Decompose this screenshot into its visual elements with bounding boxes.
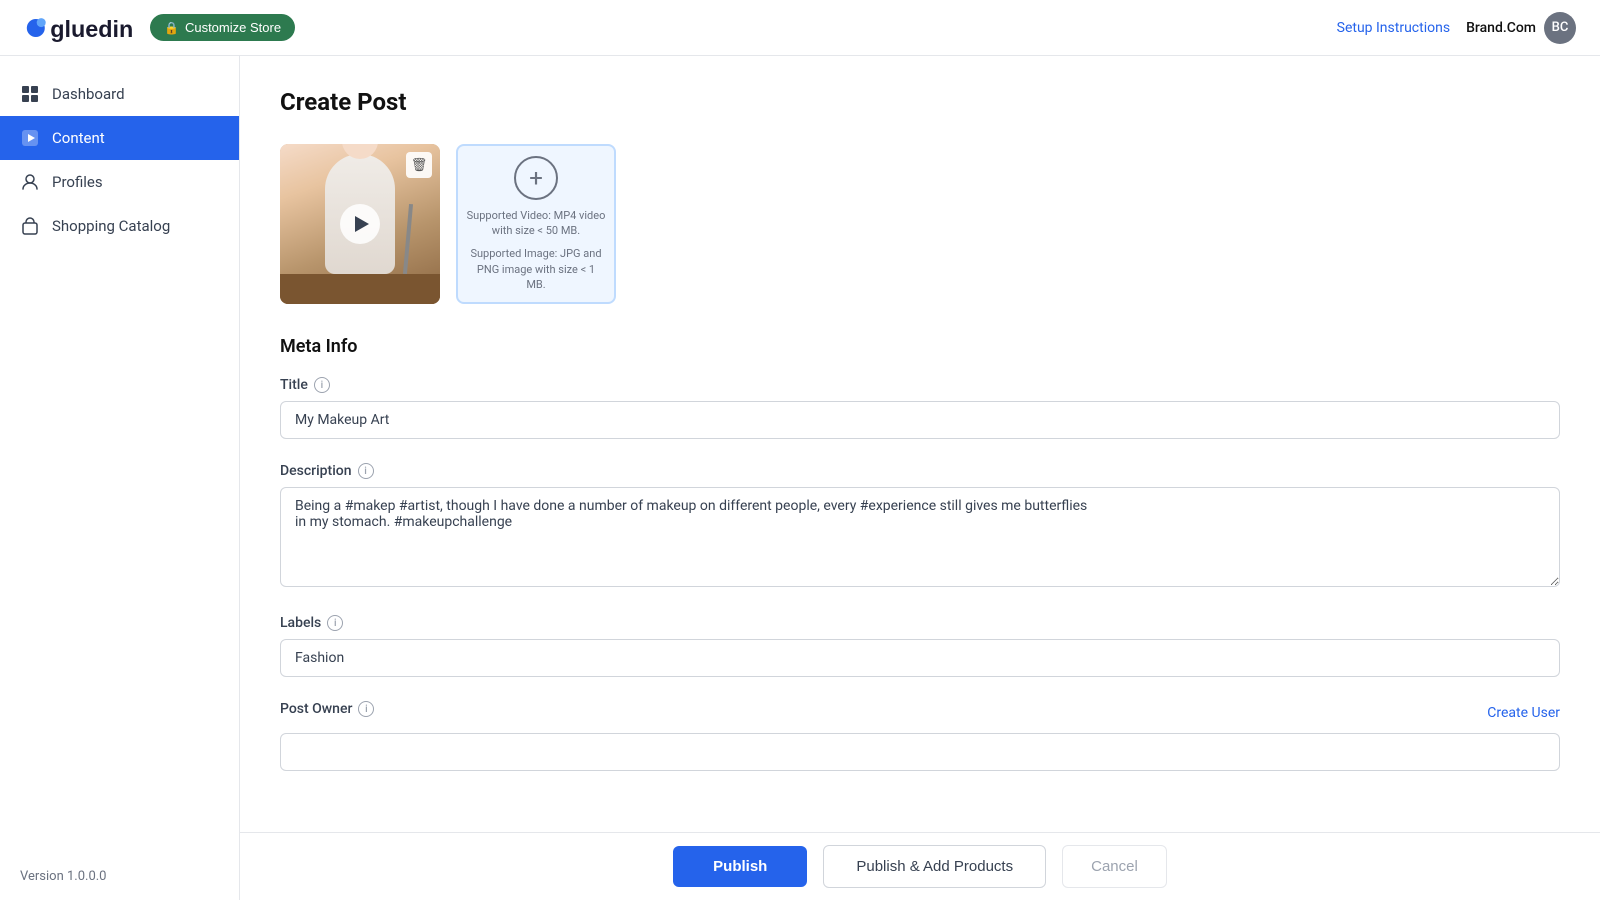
lock-icon: 🔒 [164, 21, 179, 35]
meta-section-title: Meta Info [280, 336, 1560, 357]
publish-button[interactable]: Publish [673, 846, 807, 887]
title-label: Title [280, 377, 308, 393]
grid-icon [20, 84, 40, 104]
create-user-link[interactable]: Create User [1487, 705, 1560, 721]
play-button[interactable] [340, 204, 380, 244]
labels-info-icon: i [327, 615, 343, 631]
labels-group: Labels i [280, 615, 1560, 677]
post-owner-label-row: Post Owner i [280, 701, 374, 717]
description-label-row: Description i [280, 463, 1560, 479]
shopping-label: Shopping Catalog [52, 217, 170, 235]
play-icon [20, 128, 40, 148]
layout: Dashboard Content [0, 56, 1600, 900]
description-label: Description [280, 463, 352, 479]
publish-add-products-button[interactable]: Publish & Add Products [823, 845, 1046, 888]
dashboard-label: Dashboard [52, 85, 125, 103]
post-owner-group: Post Owner i Create User [280, 701, 1560, 771]
page-title: Create Post [280, 88, 1560, 116]
post-owner-row: Post Owner i Create User [280, 701, 1560, 725]
title-label-row: Title i [280, 377, 1560, 393]
sidebar-version: Version 1.0.0.0 [0, 853, 239, 900]
header-right: Setup Instructions Brand.Com BC [1337, 12, 1576, 44]
profiles-label: Profiles [52, 173, 103, 191]
media-row: 🗑 + Supported Video: MP4 video with size… [280, 144, 1560, 304]
post-owner-info-icon: i [358, 701, 374, 717]
sidebar-item-shopping[interactable]: Shopping Catalog [0, 204, 239, 248]
user-info: Brand.Com BC [1466, 12, 1576, 44]
title-info-icon: i [314, 377, 330, 393]
meta-section: Meta Info Title i Description i Being a [280, 336, 1560, 771]
table [280, 274, 440, 304]
description-info-icon: i [358, 463, 374, 479]
header-left: gluedin 🔒 Customize Store [24, 10, 295, 46]
play-triangle [355, 216, 369, 232]
person-icon [20, 172, 40, 192]
description-input[interactable]: Being a #makep #artist, though I have do… [280, 487, 1560, 587]
customize-store-button[interactable]: 🔒 Customize Store [150, 14, 295, 41]
post-owner-input[interactable] [280, 733, 1560, 771]
logo: gluedin [24, 10, 134, 46]
title-group: Title i [280, 377, 1560, 439]
sidebar-item-content[interactable]: Content [0, 116, 239, 160]
cancel-button[interactable]: Cancel [1062, 845, 1167, 888]
bottom-bar: Publish Publish & Add Products Cancel [240, 832, 1600, 900]
media-preview: 🗑 [280, 144, 440, 304]
header: gluedin 🔒 Customize Store Setup Instruct… [0, 0, 1600, 56]
main-content: Create Post [240, 56, 1600, 832]
sidebar-item-dashboard[interactable]: Dashboard [0, 72, 239, 116]
media-upload-box[interactable]: + Supported Video: MP4 video with size <… [456, 144, 616, 304]
upload-image-hint: Supported Image: JPG and PNG image with … [458, 246, 614, 292]
labels-label-row: Labels i [280, 615, 1560, 631]
setup-instructions-link[interactable]: Setup Instructions [1337, 20, 1450, 36]
svg-text:gluedin: gluedin [50, 16, 133, 42]
labels-label: Labels [280, 615, 321, 631]
bag-icon [20, 216, 40, 236]
sidebar-item-profiles[interactable]: Profiles [0, 160, 239, 204]
delete-media-button[interactable]: 🗑 [406, 152, 432, 178]
labels-input[interactable] [280, 639, 1560, 677]
description-group: Description i Being a #makep #artist, th… [280, 463, 1560, 591]
user-name: Brand.Com [1466, 20, 1536, 36]
upload-video-hint: Supported Video: MP4 video with size < 5… [458, 208, 614, 239]
content-label: Content [52, 129, 105, 147]
title-input[interactable] [280, 401, 1560, 439]
sidebar: Dashboard Content [0, 56, 240, 900]
post-owner-label: Post Owner [280, 701, 352, 717]
upload-plus-icon: + [514, 156, 558, 200]
avatar: BC [1544, 12, 1576, 44]
sidebar-nav: Dashboard Content [0, 56, 239, 264]
